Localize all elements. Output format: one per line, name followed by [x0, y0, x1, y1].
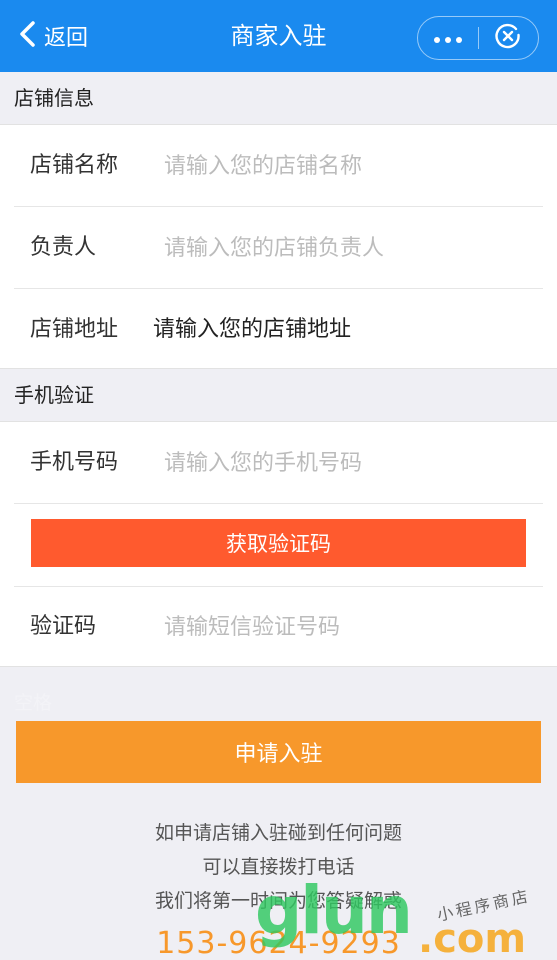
- tip-line-1: 如申请店铺入驻碰到任何问题: [154, 822, 402, 844]
- phone-label: 手机号码: [30, 450, 119, 475]
- get-code-button[interactable]: 获取验证码: [31, 519, 526, 567]
- more-dots-icon: [433, 29, 463, 48]
- row-divider: [14, 503, 543, 504]
- watermark-domain: .com: [418, 916, 527, 960]
- manager-label: 负责人: [30, 235, 97, 260]
- shop-info-group: 店铺名称 负责人 店铺地址 请输入您的店铺地址: [0, 124, 557, 369]
- close-button[interactable]: [478, 17, 538, 59]
- close-circle-icon: [495, 23, 521, 53]
- menu-capsule: [417, 16, 539, 60]
- phone-verify-group: 手机号码 获取验证码 验证码: [0, 421, 557, 667]
- watermark-logo: glun: [255, 872, 413, 949]
- section-header-phone-verify: 手机验证: [0, 369, 557, 421]
- phone-input[interactable]: [164, 443, 534, 483]
- manager-input[interactable]: [164, 228, 534, 268]
- manager-row: 负责人: [0, 207, 557, 289]
- code-label: 验证码: [30, 614, 97, 639]
- shop-address-picker[interactable]: 请输入您的店铺地址: [153, 289, 351, 371]
- code-input[interactable]: [164, 607, 534, 647]
- shop-name-row: 店铺名称: [0, 125, 557, 207]
- blank-label: 空格: [14, 692, 53, 714]
- shop-address-label: 店铺地址: [30, 317, 119, 342]
- shop-address-row: 店铺地址 请输入您的店铺地址: [0, 289, 557, 371]
- shop-name-label: 店铺名称: [30, 153, 119, 178]
- code-row: 验证码: [0, 586, 557, 668]
- shop-name-input[interactable]: [164, 146, 534, 186]
- phone-row: 手机号码: [0, 422, 557, 504]
- more-button[interactable]: [418, 17, 478, 59]
- section-header-shop-info: 店铺信息: [0, 72, 557, 124]
- navigation-bar: 返回 商家入驻: [0, 0, 557, 72]
- apply-button[interactable]: 申请入驻: [16, 721, 541, 783]
